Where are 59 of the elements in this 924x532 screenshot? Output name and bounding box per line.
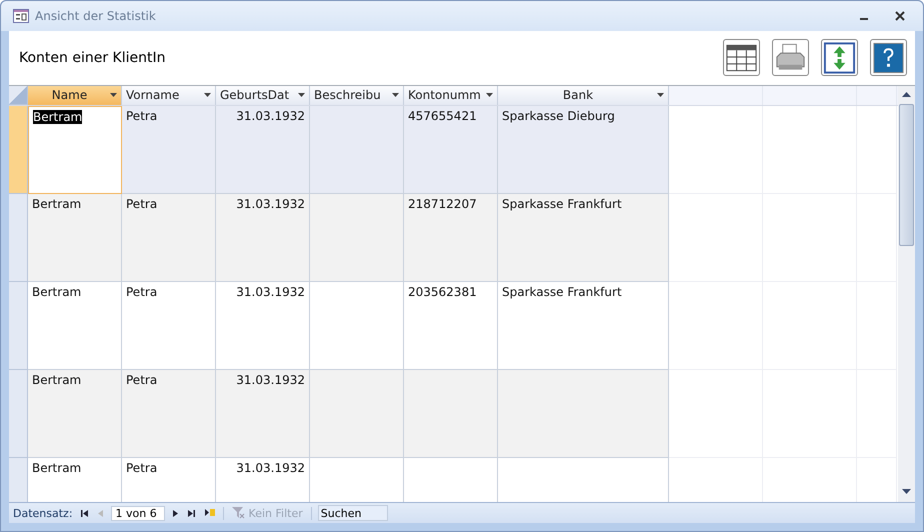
table-cell[interactable] (310, 370, 404, 458)
column-header[interactable]: Bank (498, 86, 669, 105)
column-header[interactable]: GeburtsDat (216, 86, 310, 105)
table-cell[interactable] (404, 370, 498, 458)
column-header[interactable]: Beschreibu (310, 86, 404, 105)
table-cell[interactable]: Sparkasse Frankfurt (498, 282, 669, 370)
table-cell[interactable]: Petra (122, 458, 216, 502)
table-cell[interactable]: Bertram (28, 194, 122, 282)
filter-icon (232, 507, 245, 520)
table-cell[interactable] (310, 106, 404, 194)
scroll-up-icon[interactable] (902, 92, 911, 97)
table-cell[interactable]: Sparkasse Frankfurt (498, 194, 669, 282)
dropdown-arrow-icon[interactable] (486, 93, 493, 98)
table-cell[interactable] (310, 282, 404, 370)
vertical-scrollbar[interactable] (898, 86, 915, 502)
close-icon[interactable] (895, 10, 905, 21)
table-cell[interactable]: Petra (122, 370, 216, 458)
search-field[interactable]: Suchen (318, 505, 388, 522)
table-cell[interactable]: Petra (122, 282, 216, 370)
table-cell[interactable]: 31.03.1932 (216, 282, 310, 370)
table-cell[interactable]: Bertram (28, 370, 122, 458)
table-cell[interactable]: Bertram (28, 106, 122, 194)
table-cell[interactable]: 457655421 (404, 106, 498, 194)
table-cell[interactable] (310, 194, 404, 282)
table-cell[interactable]: Petra (122, 194, 216, 282)
table-cell[interactable]: 31.03.1932 (216, 106, 310, 194)
table-cell[interactable]: 31.03.1932 (216, 458, 310, 502)
form-icon (13, 8, 29, 23)
dropdown-arrow-icon[interactable] (392, 93, 399, 98)
record-field[interactable]: 1 von 6 (110, 506, 165, 521)
table-button[interactable] (723, 39, 760, 76)
column-header[interactable]: Kontonumm (404, 86, 498, 105)
help-button[interactable] (870, 39, 907, 76)
first-record-icon[interactable] (78, 510, 90, 517)
up-down-arrows-button[interactable] (821, 39, 858, 76)
printer-button[interactable] (772, 39, 809, 76)
table-cell[interactable]: Sparkasse Dieburg (498, 106, 669, 194)
table-cell[interactable] (498, 370, 669, 458)
new-record-icon[interactable] (202, 509, 217, 518)
dropdown-arrow-icon[interactable] (110, 93, 117, 98)
column-header[interactable]: Name (28, 86, 122, 105)
table-cell[interactable]: 218712207 (404, 194, 498, 282)
dropdown-arrow-icon[interactable] (657, 93, 664, 98)
form-title: Konten einer KlientIn (19, 50, 166, 66)
table-cell[interactable]: 31.03.1932 (216, 194, 310, 282)
scroll-thumb[interactable] (899, 104, 914, 246)
dropdown-arrow-icon[interactable] (298, 93, 305, 98)
last-record-icon[interactable] (186, 510, 197, 517)
record-label: Datensatz: (13, 506, 73, 520)
column-header[interactable]: Vorname (122, 86, 216, 105)
dropdown-arrow-icon[interactable] (204, 93, 211, 98)
window-title: Ansicht der Statistik (35, 8, 156, 23)
table-cell[interactable]: Petra (122, 106, 216, 194)
table-cell[interactable]: Bertram (28, 458, 122, 502)
scroll-down-icon[interactable] (902, 489, 911, 494)
table-cell[interactable]: 31.03.1932 (216, 370, 310, 458)
next-record-icon[interactable] (170, 510, 180, 517)
table-cell[interactable]: Bertram (28, 282, 122, 370)
table-cell[interactable]: 203562381 (404, 282, 498, 370)
